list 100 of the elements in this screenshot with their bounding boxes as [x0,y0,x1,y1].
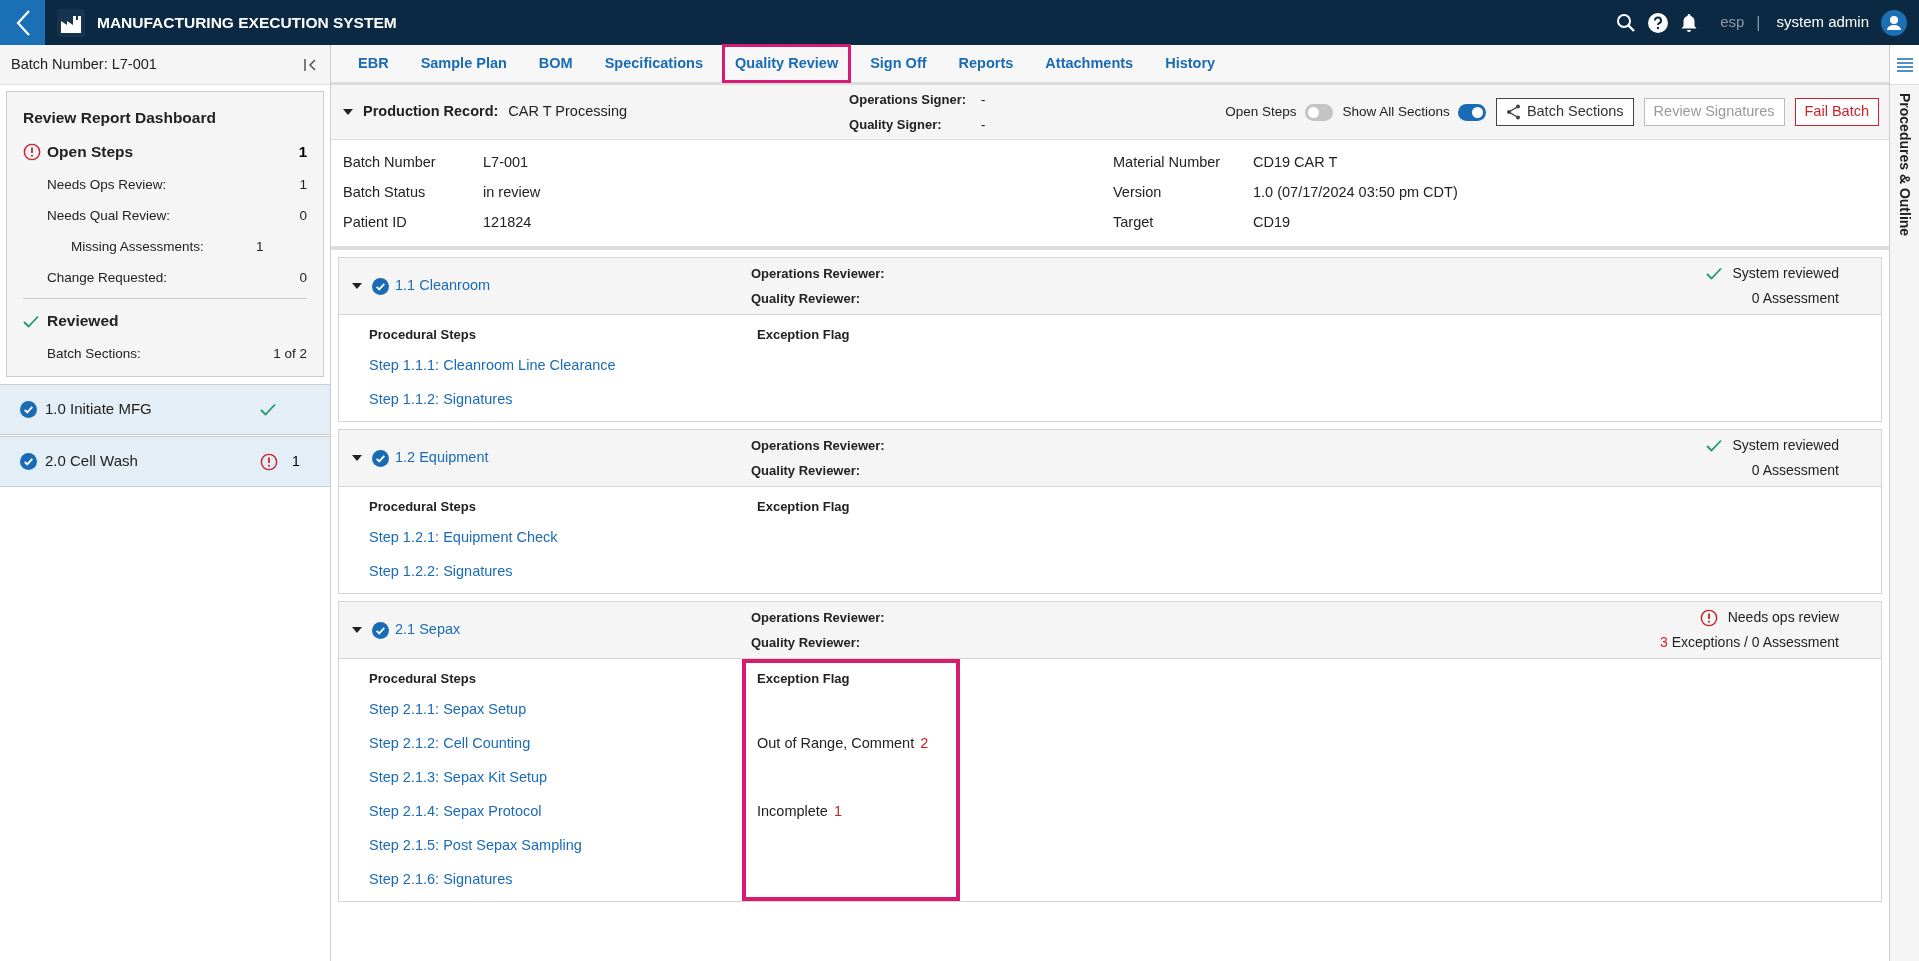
tab[interactable]: Reports [945,44,1027,83]
tab[interactable]: Attachments [1032,44,1147,83]
step-link[interactable]: Step 2.1.4: Sepax Protocol [369,801,542,823]
stat-value: 1 of 2 [273,345,307,364]
assessment-summary: Exceptions / 0 Assessment [1671,633,1839,652]
tab[interactable]: EBR [345,44,402,83]
detail-label: Batch Status [343,183,427,202]
stat-value: 0 [299,207,307,226]
stat-value: 0 [299,269,307,288]
detail-label: Patient ID [343,213,408,232]
help-icon[interactable] [1648,12,1669,33]
detail-label: Target [1113,213,1155,232]
tab[interactable]: Quality Review [722,44,852,83]
check-circle-icon [372,449,389,467]
step-link[interactable]: Step 2.1.2: Cell Counting [369,733,531,755]
column-heading: Exception Flag [757,326,851,344]
detail-value: L7-001 [483,153,529,172]
record-value: CAR T Processing [508,102,628,122]
action-button[interactable]: Batch Sections [1495,98,1634,126]
toggle-label: Show All Sections [1342,102,1450,121]
reviewer-label: Operations Reviewer: [751,436,885,455]
alert-count: 1 [292,452,300,471]
detail-value: CD19 CAR T [1253,153,1338,172]
tab[interactable]: BOM [525,44,586,83]
toggle-switch[interactable] [1304,103,1333,121]
step-link[interactable]: Step 2.1.1: Sepax Setup [369,699,527,721]
reviewer-label: Quality Reviewer: [751,290,862,308]
toggle-label: Open Steps [1225,102,1297,121]
section-nav-item[interactable]: 2.0 Cell Wash 1 [0,436,330,487]
section-title[interactable]: 2.1 Sepax [395,619,461,641]
list-icon[interactable] [1896,57,1913,72]
signer-value: - [981,115,986,134]
step-link[interactable]: Step 1.1.1: Cleanroom Line Clearance [369,355,616,377]
column-heading: Procedural Steps [369,326,477,344]
tab[interactable]: Sample Plan [407,44,520,83]
stat-label: Batch Sections: [47,345,141,364]
column-heading: Exception Flag [757,498,851,516]
step-link[interactable]: Step 2.1.6: Signatures [369,869,513,891]
stat-label: Needs Qual Review: [47,207,171,226]
stat-label: Needs Ops Review: [47,176,167,195]
review-status: System reviewed [1732,264,1839,283]
group-label: Reviewed [47,311,119,332]
detail-label: Version [1113,183,1163,202]
step-link[interactable]: Step 1.1.2: Signatures [369,389,513,411]
check-circle-icon [372,277,389,295]
action-button[interactable]: Fail Batch [1794,98,1879,126]
side-panel-title[interactable]: Procedures & Outline [1894,93,1915,237]
step-link[interactable]: Step 2.1.5: Post Sepax Sampling [369,835,582,857]
tab[interactable]: Specifications [591,44,716,83]
step-link[interactable]: Step 1.2.2: Signatures [369,561,513,583]
section-nav-label: 1.0 Initiate MFG [45,399,152,420]
detail-value: in review [483,183,541,202]
stat-label: Missing Assessments: [71,238,205,257]
user-avatar-icon[interactable] [1881,9,1907,36]
user-name[interactable]: system admin [1776,11,1869,34]
app-title: MANUFACTURING EXECUTION SYSTEM [97,12,397,33]
tab[interactable]: History [1152,44,1229,83]
user-group: esp [1720,11,1745,34]
caret-icon[interactable] [352,283,362,289]
reviewer-label: Operations Reviewer: [751,264,885,283]
record-label: Production Record: [363,102,499,122]
caret-icon[interactable] [352,627,362,633]
caret-icon[interactable] [343,109,353,115]
factory-logo-icon [57,8,85,37]
exception-count: 3 [1659,633,1668,652]
sidebar-title: Batch Number: L7-001 [11,54,157,74]
collapse-icon[interactable] [303,57,317,72]
group-label: Open Steps [47,142,134,163]
exception-flag-label: Out of Range, Comment [757,734,915,754]
signer-label: Operations Signer: [849,91,968,109]
reviewer-label: Operations Reviewer: [751,608,885,627]
stat-value: 1 [299,176,307,195]
back-button[interactable] [0,0,45,45]
chevron-left-icon [14,8,31,37]
action-button[interactable]: Review Signatures [1643,98,1785,126]
tab[interactable]: Sign Off [857,44,940,83]
check-circle-icon [20,453,37,470]
review-status: System reviewed [1732,436,1839,455]
detail-value: CD19 [1253,213,1291,232]
step-link[interactable]: Step 2.1.3: Sepax Kit Setup [369,767,548,789]
column-heading: Exception Flag [757,670,851,688]
section-nav-item[interactable]: 1.0 Initiate MFG [0,384,330,435]
bell-icon[interactable] [1680,12,1699,33]
section-title[interactable]: 1.1 Cleanroom [395,275,491,297]
review-status: Needs ops review [1727,608,1839,627]
search-icon[interactable] [1616,12,1637,33]
separator: | [1756,12,1761,33]
flag-count: 1 [833,802,842,822]
toggle-switch[interactable] [1457,103,1486,121]
signer-value: - [981,91,986,109]
section-title[interactable]: 1.2 Equipment [395,447,489,469]
signer-label: Quality Signer: [849,115,943,134]
caret-icon[interactable] [352,455,362,461]
assessment-summary: 0 Assessment [1751,461,1839,480]
stat-value: 1 [256,238,264,257]
detail-label: Batch Number [343,153,437,172]
check-circle-icon [372,621,389,639]
step-link[interactable]: Step 1.2.1: Equipment Check [369,527,558,549]
section-nav-label: 2.0 Cell Wash [45,451,138,472]
detail-value: 121824 [483,213,532,232]
